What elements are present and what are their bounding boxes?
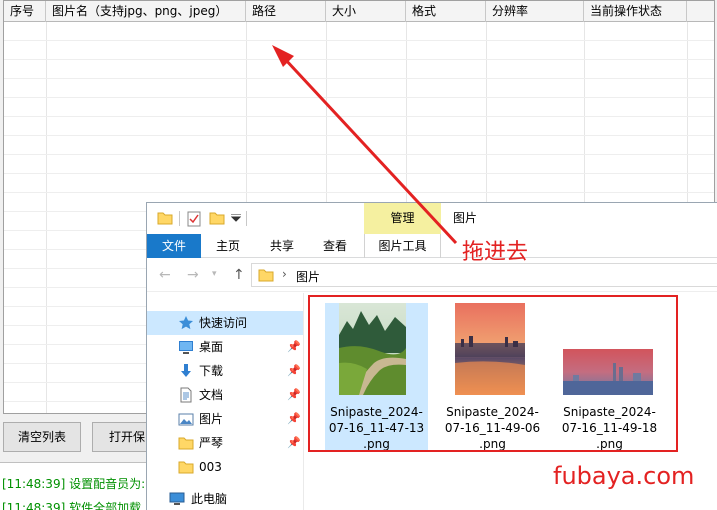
tab-home[interactable]: 主页 — [203, 234, 253, 258]
sidebar-item-label: 文档 — [199, 388, 224, 402]
table-row-line — [4, 78, 714, 79]
column-header-filename[interactable]: 图片名（支持jpg、png、jpeg） — [46, 1, 246, 22]
customize-toolbar-icon[interactable] — [231, 214, 241, 222]
table-row-line — [4, 116, 714, 117]
sidebar-item-quick-access[interactable]: 快速访问 — [147, 311, 303, 335]
folder-icon — [258, 269, 274, 282]
table-row-line — [4, 173, 714, 174]
back-arrow-icon[interactable]: ← — [159, 267, 171, 283]
table-row-line — [4, 40, 714, 41]
manage-context-tab[interactable]: 管理 — [364, 203, 441, 234]
table-column-line — [46, 22, 47, 413]
pin-icon[interactable]: 📌 — [287, 407, 301, 431]
column-header-path[interactable]: 路径 — [246, 1, 326, 22]
toolbar-divider — [179, 211, 180, 226]
navigation-bar: ← → ▾ ↑ › 图片 — [147, 258, 717, 292]
sidebar-item-label: 此电脑 — [191, 492, 228, 506]
column-header-status[interactable]: 当前操作状态 — [584, 1, 687, 22]
sidebar-item-label: 003 — [199, 460, 222, 474]
table-row-line — [4, 154, 714, 155]
breadcrumb-separator: › — [282, 267, 287, 281]
breadcrumb-pictures[interactable]: 图片 — [296, 268, 320, 285]
sidebar-item-this-pc[interactable]: 此电脑 — [147, 487, 303, 510]
file-name: Snipaste_2024- 07-16_11-49-06 .png — [444, 405, 541, 451]
ribbon-tabs: 文件 主页 共享 查看 图片工具 — [147, 234, 717, 258]
column-header-format[interactable]: 格式 — [406, 1, 486, 22]
sidebar-item-downloads[interactable]: 下载 📌 — [147, 359, 303, 383]
file-item[interactable]: Snipaste_2024- 07-16_11-49-18 .png — [558, 303, 661, 451]
table-row-line — [4, 192, 714, 193]
file-item[interactable]: Snipaste_2024- 07-16_11-49-06 .png — [441, 303, 544, 451]
sidebar-item-label: 图片 — [199, 412, 224, 426]
column-header-index[interactable]: 序号 — [4, 1, 46, 22]
document-icon — [180, 387, 192, 403]
sidebar-item-pictures[interactable]: 图片 📌 — [147, 407, 303, 431]
window-title: 图片 — [453, 211, 478, 225]
tab-share[interactable]: 共享 — [257, 234, 307, 258]
table-row-line — [4, 97, 714, 98]
toolbar-divider — [246, 211, 247, 226]
thumbnail-image — [563, 349, 653, 395]
folder-icon — [157, 212, 173, 225]
table-header: 序号 图片名（支持jpg、png、jpeg） 路径 大小 格式 分辨率 当前操作… — [4, 1, 714, 22]
folder-icon — [178, 437, 194, 450]
thumbnail-image — [455, 303, 525, 395]
sidebar-item-documents[interactable]: 文档 📌 — [147, 383, 303, 407]
log-line: [11:48:39] 设置配音员为: — [2, 477, 146, 491]
forward-arrow-icon[interactable]: → — [187, 267, 199, 283]
thumbnail-image — [339, 303, 406, 395]
pin-icon[interactable]: 📌 — [287, 335, 301, 359]
file-item[interactable]: Snipaste_2024- 07-16_11-47-13 .png — [325, 303, 428, 451]
computer-icon — [169, 492, 185, 505]
up-arrow-icon[interactable]: ↑ — [233, 267, 245, 283]
pictures-icon — [178, 413, 194, 426]
sidebar-item-desktop[interactable]: 桌面 📌 — [147, 335, 303, 359]
sidebar-item-label: 严琴 — [199, 436, 224, 450]
sidebar-item-yanqin[interactable]: 严琴 📌 — [147, 431, 303, 455]
sidebar-item-003[interactable]: 003 — [147, 455, 303, 479]
table-row-line — [4, 135, 714, 136]
table-row-line — [4, 59, 714, 60]
tab-view[interactable]: 查看 — [310, 234, 360, 258]
column-header-size[interactable]: 大小 — [326, 1, 406, 22]
sidebar-item-label: 快速访问 — [199, 316, 248, 330]
tab-file[interactable]: 文件 — [147, 234, 201, 258]
log-line: [11:48:39] 软件全部加载 — [2, 501, 142, 510]
navigation-pane: 快速访问 桌面 📌 下载 📌 文档 📌 图片 📌 严琴 📌 003 此电脑 — [147, 293, 304, 510]
address-bar[interactable]: › 图片 — [251, 263, 717, 287]
pin-icon[interactable]: 📌 — [287, 431, 301, 455]
folder-icon — [178, 461, 194, 474]
explorer-title-bar: 管理 图片 — [147, 203, 717, 234]
file-name: Snipaste_2024- 07-16_11-49-18 .png — [561, 405, 658, 451]
column-header-resolution[interactable]: 分辨率 — [486, 1, 584, 22]
sidebar-item-label: 桌面 — [199, 340, 224, 354]
drag-in-annotation: 拖进去 — [462, 240, 529, 265]
file-name: Snipaste_2024- 07-16_11-47-13 .png — [328, 405, 425, 451]
pin-icon[interactable]: 📌 — [287, 383, 301, 407]
star-icon — [179, 316, 193, 330]
properties-icon[interactable] — [187, 211, 201, 227]
new-folder-icon[interactable] — [209, 211, 225, 225]
clear-list-button[interactable]: 清空列表 — [3, 422, 81, 452]
desktop-icon — [179, 341, 193, 354]
watermark-text: fubaya.com — [553, 462, 695, 490]
download-icon — [181, 364, 191, 377]
sidebar-item-label: 下载 — [199, 364, 224, 378]
pin-icon[interactable]: 📌 — [287, 359, 301, 383]
tab-picture-tools[interactable]: 图片工具 — [364, 234, 441, 258]
recent-locations-icon[interactable]: ▾ — [212, 269, 217, 279]
